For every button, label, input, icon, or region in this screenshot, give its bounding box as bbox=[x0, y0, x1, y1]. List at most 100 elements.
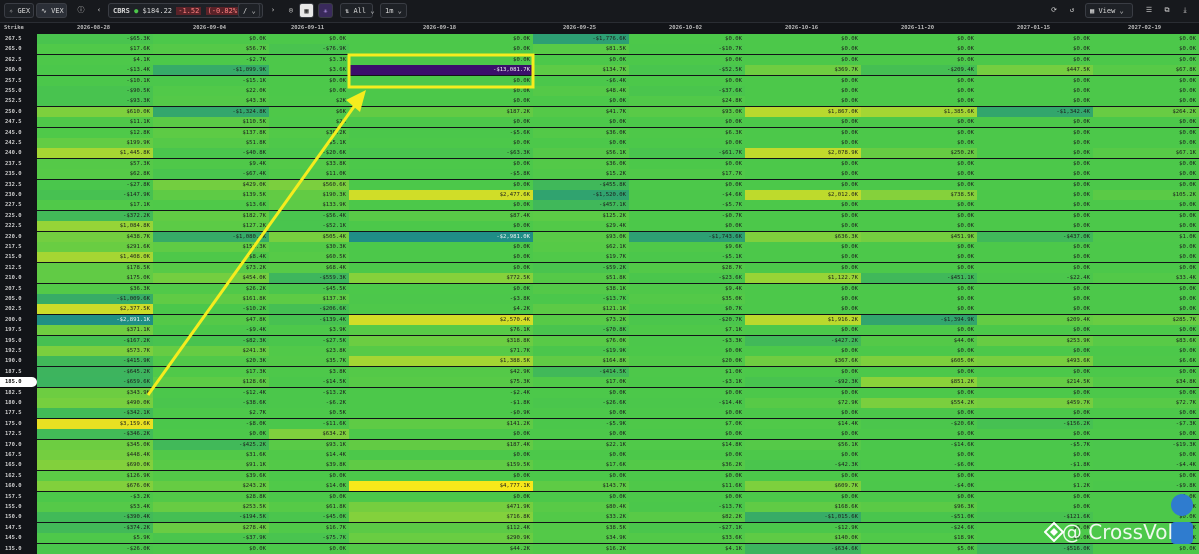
heatmap-cell[interactable]: $0.0K bbox=[1093, 169, 1199, 180]
heatmap-cell[interactable]: $0.0K bbox=[745, 200, 861, 211]
heatmap-cell[interactable]: $0.0K bbox=[153, 543, 269, 554]
heatmap-cell[interactable]: $133.9K bbox=[269, 200, 349, 211]
heatmap-cell[interactable]: $76.1K bbox=[349, 325, 533, 336]
heatmap-cell[interactable]: -$5.7K bbox=[977, 439, 1093, 450]
heatmap-cell[interactable]: $80.4K bbox=[533, 502, 629, 512]
heatmap-cell[interactable]: $471.9K bbox=[349, 502, 533, 512]
heatmap-cell[interactable]: $447.5K bbox=[977, 65, 1093, 76]
heatmap-cell[interactable]: $22.1K bbox=[533, 439, 629, 450]
heatmap-cell[interactable]: -$22.4K bbox=[977, 273, 1093, 284]
heatmap-cell[interactable]: $738.5K bbox=[861, 190, 977, 200]
heatmap-cell[interactable]: $0.0K bbox=[977, 502, 1093, 512]
heatmap-cell[interactable]: $96.3K bbox=[861, 502, 977, 512]
heatmap-cell[interactable]: $0.0K bbox=[533, 491, 629, 502]
heatmap-cell[interactable]: -$90.5K bbox=[37, 86, 153, 96]
heatmap-cell[interactable]: $0.0K bbox=[629, 54, 745, 65]
heatmap-cell[interactable]: -$6.4K bbox=[533, 75, 629, 86]
heatmap-cell[interactable]: $0.0K bbox=[977, 283, 1093, 294]
expiry-header[interactable]: 2026-09-18 bbox=[423, 23, 456, 34]
heatmap-cell[interactable]: $0.0K bbox=[629, 179, 745, 190]
heatmap-cell[interactable]: -$13.7K bbox=[533, 294, 629, 304]
heatmap-cell[interactable]: $3.9K bbox=[269, 325, 349, 336]
heatmap-cell[interactable]: $0.0K bbox=[349, 491, 533, 502]
heatmap-cell[interactable]: -$51.0K bbox=[861, 512, 977, 523]
heatmap-cell[interactable]: $17.6K bbox=[533, 460, 629, 471]
heatmap-cell[interactable]: $0.0K bbox=[153, 34, 269, 44]
heatmap-cell[interactable]: -$634.6K bbox=[745, 543, 861, 554]
heatmap-cell[interactable]: -$342.1K bbox=[37, 408, 153, 419]
heatmap-cell[interactable]: $42.9K bbox=[349, 366, 533, 377]
heatmap-cell[interactable]: $0.0K bbox=[745, 44, 861, 55]
heatmap-cell[interactable]: $36.0K bbox=[533, 158, 629, 169]
heatmap-cell[interactable]: -$27.1K bbox=[629, 522, 745, 533]
heatmap-cell[interactable]: $2.7K bbox=[153, 408, 269, 419]
heatmap-cell[interactable]: $0.0K bbox=[861, 221, 977, 232]
heatmap-cell[interactable]: $0.0K bbox=[269, 491, 349, 502]
heatmap-cell[interactable]: $0.0K bbox=[745, 304, 861, 315]
heatmap-cell[interactable]: $76.0K bbox=[533, 335, 629, 346]
heatmap-cell[interactable]: -$645.2K bbox=[37, 366, 153, 377]
heatmap-cell[interactable]: $0.0K bbox=[1093, 304, 1199, 315]
heatmap-cell[interactable]: $62.8K bbox=[37, 169, 153, 180]
heatmap-cell[interactable]: -$20.6K bbox=[269, 148, 349, 159]
heatmap-cell[interactable]: $291.6K bbox=[37, 242, 153, 252]
heatmap-cell[interactable]: $0.0K bbox=[349, 179, 533, 190]
heatmap-cell[interactable]: $187.4K bbox=[349, 439, 533, 450]
heatmap-cell[interactable]: $71.7K bbox=[349, 346, 533, 356]
heatmap-cell[interactable]: $0.0K bbox=[861, 294, 977, 304]
heatmap-cell[interactable]: $0.0K bbox=[977, 210, 1093, 221]
heatmap-cell[interactable]: $0.0K bbox=[349, 470, 533, 481]
heatmap-cell[interactable]: $0.0K bbox=[533, 96, 629, 107]
heatmap-cell[interactable]: -$6.0K bbox=[861, 460, 977, 471]
heatmap-cell[interactable]: $5.9K bbox=[37, 533, 153, 544]
heatmap-cell[interactable]: $4,777.1K bbox=[349, 481, 533, 492]
expiry-header[interactable]: 2027-01-15 bbox=[1017, 23, 1050, 34]
heatmap-cell[interactable]: $0.0K bbox=[269, 543, 349, 554]
heatmap-cell[interactable]: -$3.1K bbox=[629, 377, 745, 388]
heatmap-cell[interactable]: $0.0K bbox=[977, 169, 1093, 180]
heatmap-cell[interactable]: $0.0K bbox=[977, 44, 1093, 55]
heatmap-cell[interactable]: $0.0K bbox=[533, 450, 629, 460]
heatmap-cell[interactable]: -$1,743.6K bbox=[629, 231, 745, 242]
heatmap-cell[interactable]: $0.0K bbox=[861, 252, 977, 263]
heatmap-cell[interactable]: $187.2K bbox=[349, 106, 533, 117]
heatmap-cell[interactable]: $1,916.2K bbox=[745, 314, 861, 325]
heatmap-cell[interactable]: -$0.7K bbox=[629, 210, 745, 221]
heatmap-cell[interactable]: $0.0K bbox=[861, 304, 977, 315]
heatmap-cell[interactable]: $0.0K bbox=[745, 491, 861, 502]
heatmap-cell[interactable]: -$5.9K bbox=[533, 418, 629, 429]
chevron-right-icon[interactable]: › bbox=[266, 3, 280, 18]
heatmap-cell[interactable]: $0.0K bbox=[1093, 429, 1199, 440]
heatmap-cell[interactable]: $0.0K bbox=[1093, 294, 1199, 304]
heatmap-cell[interactable]: $0.0K bbox=[861, 346, 977, 356]
heatmap-cell[interactable]: $41.7K bbox=[533, 106, 629, 117]
heatmap-cell[interactable]: -$2,891.1K bbox=[37, 314, 153, 325]
heatmap-cell[interactable]: $0.0K bbox=[745, 252, 861, 263]
heatmap-cell[interactable]: $241.3K bbox=[153, 346, 269, 356]
heatmap-cell[interactable]: -$52.5K bbox=[629, 65, 745, 76]
heatmap-cell[interactable]: -$194.5K bbox=[153, 512, 269, 523]
heatmap-cell[interactable]: $0.0K bbox=[977, 325, 1093, 336]
heatmap-cell[interactable]: $0.0K bbox=[977, 148, 1093, 159]
heatmap-cell[interactable]: $371.1K bbox=[37, 325, 153, 336]
heatmap-cell[interactable]: $0.0K bbox=[349, 86, 533, 96]
heatmap-cell[interactable]: -$7.3K bbox=[1093, 418, 1199, 429]
heatmap-cell[interactable]: $318.8K bbox=[349, 335, 533, 346]
heatmap-cell[interactable]: -$42.3K bbox=[745, 460, 861, 471]
heatmap-cell[interactable]: $438.7K bbox=[37, 231, 153, 242]
heatmap-cell[interactable]: $0.0K bbox=[1093, 179, 1199, 190]
chat-support-icon[interactable] bbox=[1171, 494, 1193, 516]
heatmap-cell[interactable]: $0.0K bbox=[977, 346, 1093, 356]
expiry-header[interactable]: 2026-09-25 bbox=[563, 23, 596, 34]
heatmap-cell[interactable]: $3.8K bbox=[269, 366, 349, 377]
heatmap-cell[interactable]: $143.7K bbox=[533, 481, 629, 492]
heatmap-cell[interactable]: -$37.6K bbox=[629, 86, 745, 96]
heatmap-cell[interactable]: $67.8K bbox=[1093, 65, 1199, 76]
heatmap-cell[interactable]: $2K bbox=[269, 117, 349, 128]
heatmap-cell[interactable]: $0.0K bbox=[1093, 346, 1199, 356]
heatmap-cell[interactable]: $23.8K bbox=[269, 346, 349, 356]
heatmap-cell[interactable]: $3,159.6K bbox=[37, 418, 153, 429]
heatmap-cell[interactable]: $0.0K bbox=[1093, 75, 1199, 86]
heatmap-cell[interactable]: $0.0K bbox=[861, 117, 977, 128]
heatmap-cell[interactable]: $0.0K bbox=[977, 252, 1093, 263]
